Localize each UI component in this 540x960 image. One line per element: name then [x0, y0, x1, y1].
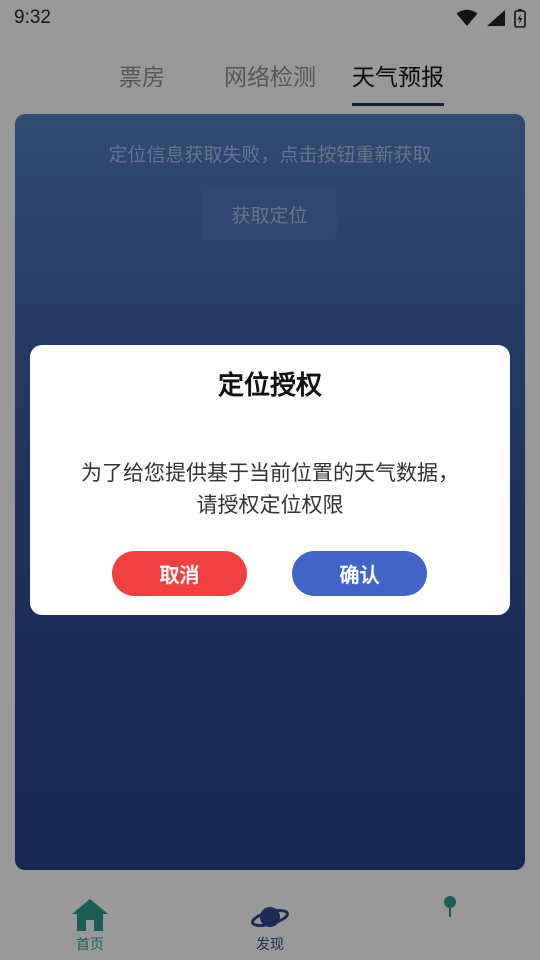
location-permission-dialog: 定位授权 为了给您提供基于当前位置的天气数据， 请授权定位权限 取消 确认 [30, 345, 510, 615]
confirm-button[interactable]: 确认 [292, 551, 427, 596]
dialog-message: 为了给您提供基于当前位置的天气数据， 请授权定位权限 [30, 457, 510, 521]
dialog-message-line-1: 为了给您提供基于当前位置的天气数据， [81, 461, 459, 485]
cancel-button[interactable]: 取消 [112, 551, 247, 596]
dialog-title: 定位授权 [217, 371, 322, 401]
dialog-message-line-2: 请授权定位权限 [196, 493, 344, 517]
